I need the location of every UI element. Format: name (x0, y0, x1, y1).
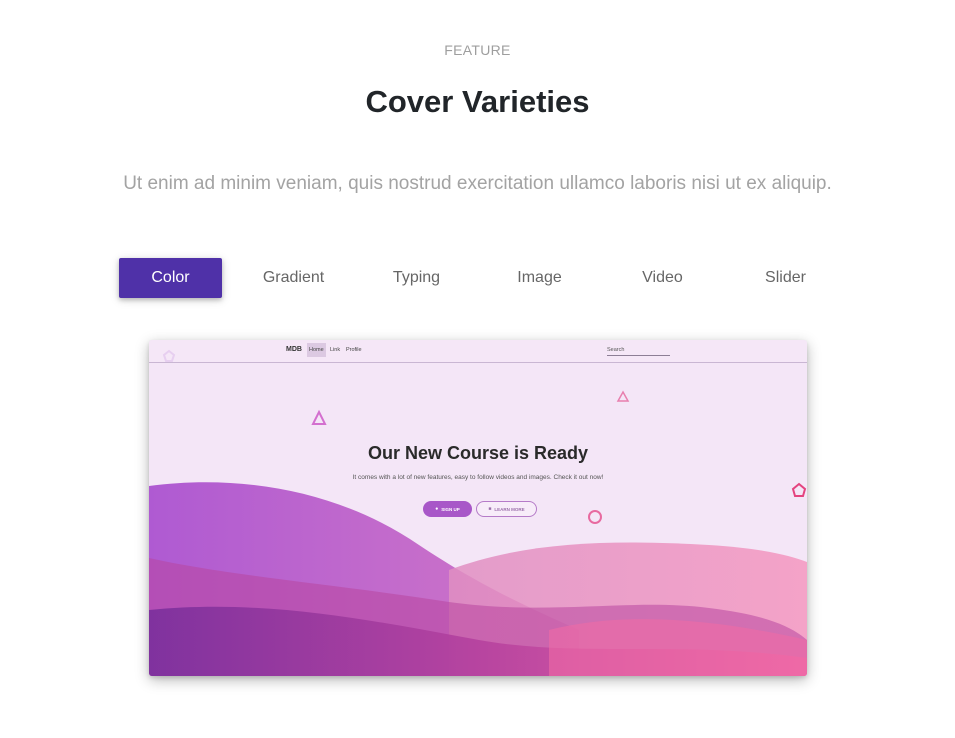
preview-brand[interactable]: MDB (286, 346, 302, 353)
cover-preview: MDB Home Link Profile Search Our New Cou… (149, 340, 807, 676)
circle-shape-icon (588, 510, 602, 524)
cover-tabs: Color Gradient Typing Image Video Slider (119, 258, 857, 298)
preview-hero-title: Our New Course is Ready (367, 443, 589, 463)
pentagon-shape-icon (791, 482, 807, 497)
preview-navbar: MDB Home Link Profile Search (149, 340, 807, 363)
section-subtitle: Ut enim ad minim veniam, quis nostrud ex… (123, 173, 832, 194)
preview-signup-label: SIGN UP (441, 506, 460, 512)
tab-gradient[interactable]: Gradient (242, 258, 345, 298)
tab-slider[interactable]: Slider (734, 258, 837, 298)
tab-image[interactable]: Image (488, 258, 591, 298)
section-title: Cover Varieties (365, 84, 590, 119)
tab-video[interactable]: Video (611, 258, 714, 298)
feature-section: FEATURE Cover Varieties Ut enim ad minim… (0, 0, 955, 738)
preview-search-input[interactable]: Search (607, 347, 670, 356)
preview-learn-more-button[interactable]: ■ LEARN MORE (476, 501, 537, 517)
triangle-shape-icon (311, 409, 327, 425)
preview-nav-link[interactable]: Link (328, 343, 342, 357)
tab-color[interactable]: Color (119, 258, 222, 298)
triangle-shape-icon (616, 390, 630, 402)
preview-learn-more-label: LEARN MORE (494, 506, 525, 512)
book-icon: ■ (488, 506, 492, 512)
preview-signup-button[interactable]: ● SIGN UP (423, 501, 472, 517)
preview-nav-home[interactable]: Home (307, 343, 326, 357)
preview-nav-profile[interactable]: Profile (344, 343, 364, 357)
tab-typing[interactable]: Typing (365, 258, 468, 298)
user-icon: ● (435, 506, 439, 512)
preview-hero-subtitle: It comes with a lot of new features, eas… (352, 474, 604, 481)
section-eyebrow: FEATURE (444, 42, 511, 58)
